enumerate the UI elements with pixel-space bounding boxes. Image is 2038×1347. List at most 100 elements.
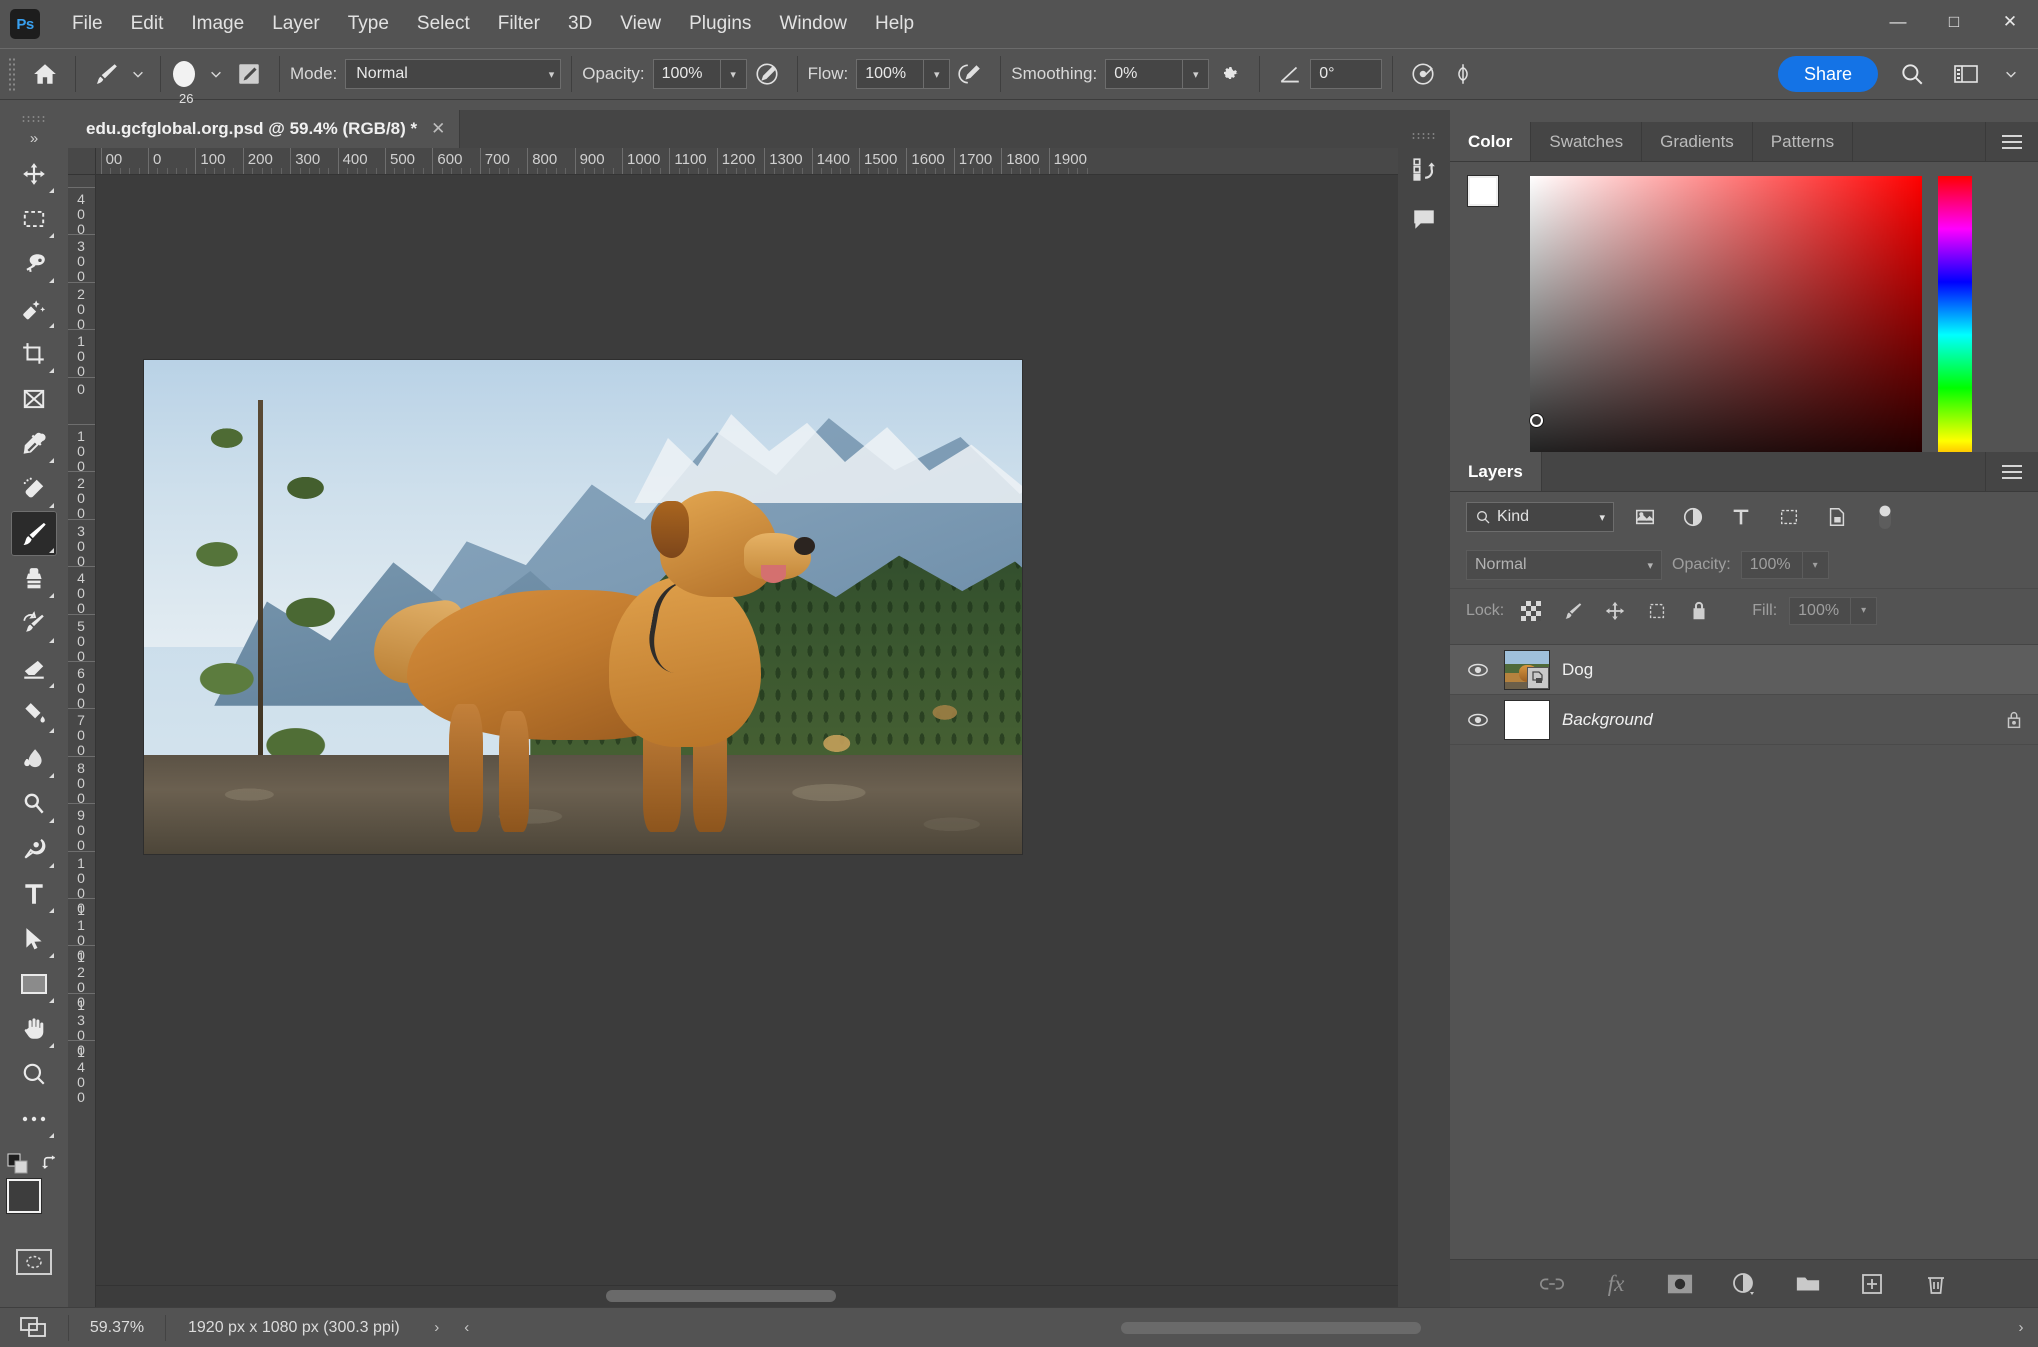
tool-quick-selection[interactable] [11,286,57,331]
angle-icon[interactable] [1270,54,1310,94]
brush-icon[interactable] [86,54,126,94]
angle-input[interactable]: 0° [1310,59,1383,89]
layer-visibility-icon[interactable] [1464,712,1492,728]
delete-layer-icon[interactable] [1919,1267,1953,1301]
menu-3d[interactable]: 3D [554,7,606,41]
status-right-arrow-icon[interactable]: › [2004,1319,2038,1336]
adjustment-layer-icon[interactable] [1727,1267,1761,1301]
panel-menu-icon[interactable] [1986,452,2038,491]
color-swatches[interactable] [7,1179,61,1233]
tab-swatches[interactable]: Swatches [1531,122,1643,161]
smoothing-control[interactable]: 0% ▾ [1105,59,1210,89]
tool-move[interactable] [11,151,57,196]
canvas-horizontal-scrollbar[interactable] [96,1285,1408,1307]
lock-position-icon[interactable] [1600,596,1630,626]
options-bar-grip[interactable] [8,57,17,91]
filter-toggle-icon[interactable] [1868,502,1902,532]
menu-filter[interactable]: Filter [484,7,554,41]
lock-image-icon[interactable] [1558,596,1588,626]
history-panel-icon[interactable] [1402,147,1446,191]
menu-edit[interactable]: Edit [117,7,178,41]
lock-transparent-icon[interactable] [1516,596,1546,626]
status-left-arrow-icon[interactable]: ‹ [452,1319,482,1336]
tool-brush[interactable] [11,511,57,556]
flow-chevron-icon[interactable]: ▾ [924,59,951,89]
tool-zoom[interactable] [11,1051,57,1096]
ruler-corner[interactable] [68,148,96,175]
filter-shape-icon[interactable] [1772,502,1806,532]
tab-layers[interactable]: Layers [1450,452,1542,491]
home-icon[interactable] [25,54,65,94]
workspace-chevron-icon[interactable] [2000,54,2022,94]
maximize-button[interactable]: □ [1926,0,1982,44]
tool-edit-toolbar-ellipsis-icon[interactable] [11,1096,57,1141]
lock-artboard-icon[interactable] [1642,596,1672,626]
zoom-level[interactable]: 59.37% [69,1319,165,1337]
blend-mode-select[interactable]: Normal ▾ [345,59,562,89]
flow-input[interactable]: 100% [856,59,925,89]
layer-opacity-control[interactable]: 100% ▾ [1740,551,1829,579]
gear-icon[interactable] [1209,54,1249,94]
filter-smart-icon[interactable] [1820,502,1854,532]
tool-eyedropper[interactable] [11,421,57,466]
opacity-control[interactable]: 100% ▾ [652,59,747,89]
tab-color[interactable]: Color [1450,122,1532,161]
menu-help[interactable]: Help [861,7,928,41]
tool-hand[interactable] [11,1006,57,1051]
document-info-expand-icon[interactable]: › [422,1319,452,1336]
foreground-color-swatch[interactable] [7,1179,41,1213]
filter-type-icon[interactable] [1724,502,1758,532]
mini-dock-grip[interactable] [1411,132,1437,141]
tool-dodge[interactable] [11,781,57,826]
layer-fill-input[interactable]: 100% [1789,596,1852,625]
canvas-stage[interactable] [96,175,1408,1285]
layer-thumbnail[interactable] [1504,699,1550,740]
tool-blur[interactable] [11,736,57,781]
tool-lasso[interactable] [11,241,57,286]
brush-preset-chevron-icon[interactable] [126,54,150,94]
search-icon[interactable] [1892,54,1932,94]
tab-gradients[interactable]: Gradients [1642,122,1753,161]
filter-pixel-icon[interactable] [1628,502,1662,532]
color-panel-swatches[interactable] [1468,176,1514,222]
tool-spot-healing-brush[interactable] [11,466,57,511]
layer-opacity-input[interactable]: 100% [1740,551,1803,579]
panel-menu-icon[interactable] [1986,122,2038,161]
layer-name[interactable]: Background [1562,710,1653,730]
pressure-size-icon[interactable] [1403,54,1443,94]
brush-settings-icon[interactable] [229,54,269,94]
opacity-chevron-icon[interactable]: ▾ [720,59,747,89]
layer-thumbnail[interactable] [1504,649,1550,690]
tool-path-selection[interactable] [11,916,57,961]
flow-control[interactable]: 100% ▾ [856,59,951,89]
tool-frame[interactable] [11,376,57,421]
layer-fill-control[interactable]: 100% ▾ [1789,596,1878,625]
hue-slider[interactable] [1938,176,1978,502]
comments-panel-icon[interactable] [1402,197,1446,241]
workspace-icon[interactable] [1946,54,1986,94]
tool-gradient[interactable] [11,691,57,736]
default-colors-icon[interactable] [7,1153,29,1175]
link-layers-icon[interactable] [1535,1267,1569,1301]
tab-patterns[interactable]: Patterns [1753,122,1854,161]
menu-file[interactable]: File [58,7,117,41]
status-scrollbar[interactable] [482,1320,2004,1336]
tool-rectangular-marquee[interactable] [11,196,57,241]
layer-visibility-icon[interactable] [1464,662,1492,678]
tool-crop[interactable] [11,331,57,376]
tool-clone-stamp[interactable] [11,556,57,601]
symmetry-icon[interactable] [1443,54,1483,94]
close-icon[interactable]: ✕ [431,119,445,139]
toolbar-grip[interactable] [21,115,47,124]
layer-style-icon[interactable]: fx [1599,1267,1633,1301]
lock-all-icon[interactable] [1684,596,1714,626]
close-button[interactable]: ✕ [1982,0,2038,44]
tool-rectangle[interactable] [11,961,57,1006]
status-scroll-thumb[interactable] [1121,1321,1422,1334]
table-row[interactable]: Dog [1450,645,2038,695]
menu-layer[interactable]: Layer [258,7,334,41]
tool-eraser[interactable] [11,646,57,691]
layer-mask-icon[interactable] [1663,1267,1697,1301]
scroll-thumb-horizontal[interactable] [606,1290,836,1302]
layer-fill-chevron-icon[interactable]: ▾ [1851,596,1878,625]
